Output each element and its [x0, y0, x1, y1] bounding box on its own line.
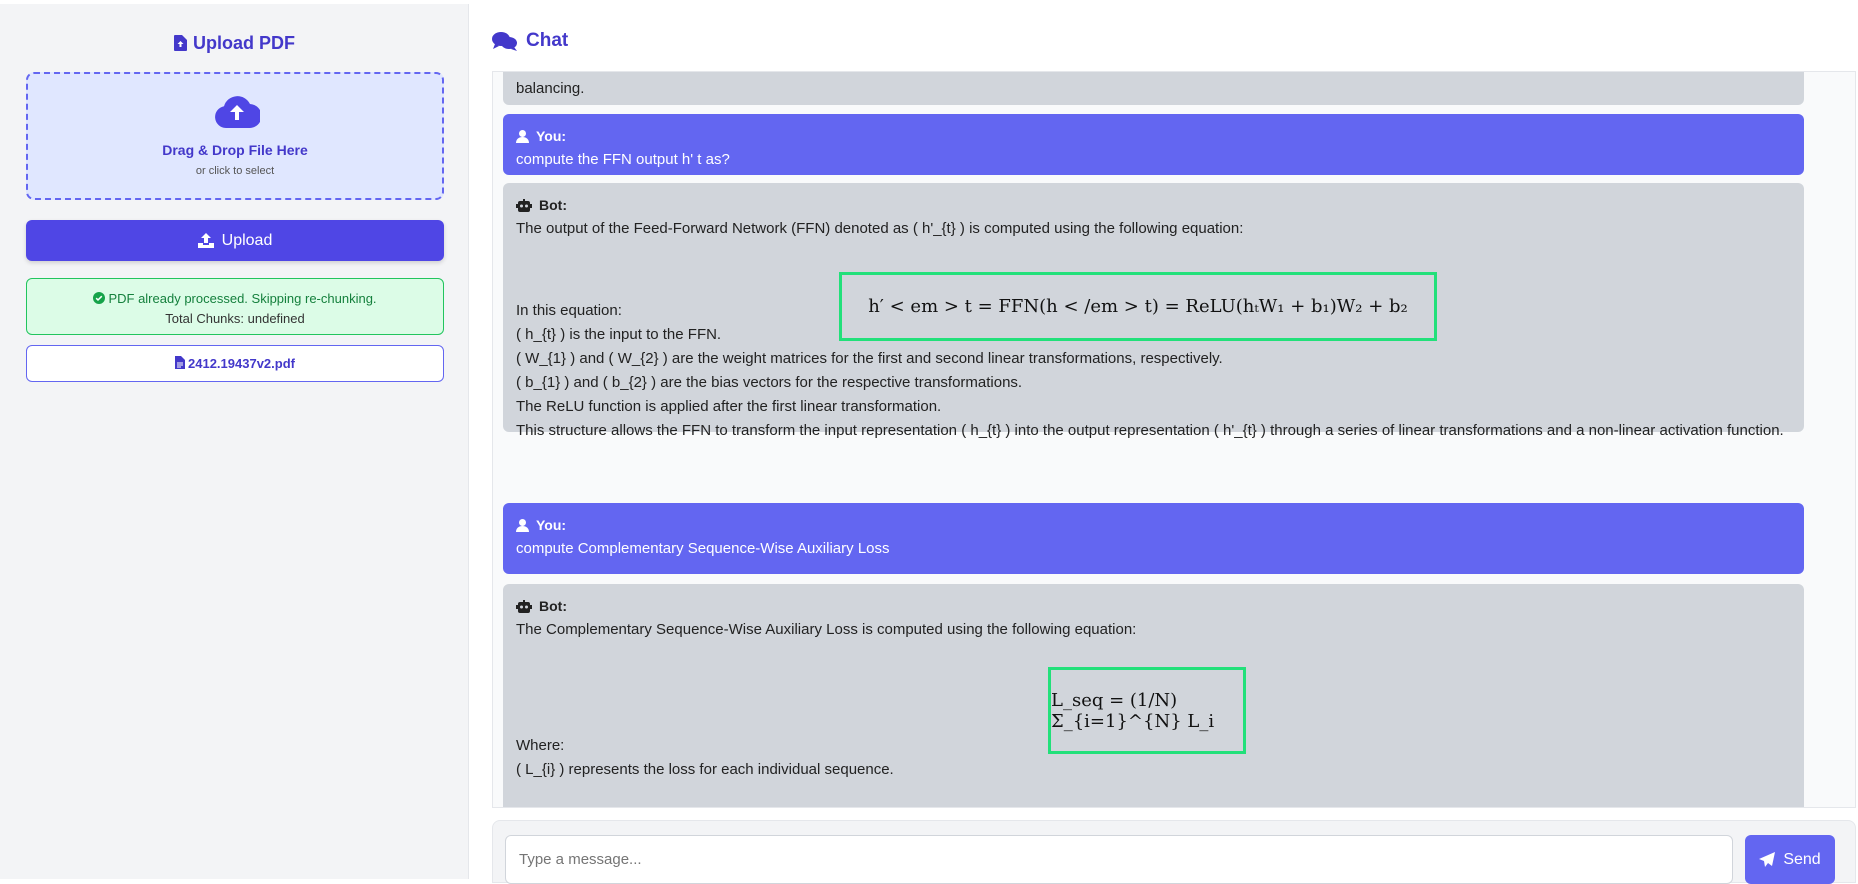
- bot-message-text: balancing.: [516, 80, 585, 97]
- user-message: You: compute the FFN output h' t as?: [503, 114, 1804, 175]
- dropzone-hint: or click to select: [195, 165, 275, 177]
- bot-body-line: This structure allows the FFN to transfo…: [516, 422, 1784, 439]
- user-sender: You:: [516, 513, 1791, 537]
- chunk-count: Total Chunks: undefined: [165, 311, 305, 326]
- check-circle-icon: [93, 292, 106, 304]
- bot-body-line: ( b_{1} ) and ( b_{2} ) are the bias vec…: [516, 374, 1023, 391]
- message-composer: Send: [492, 820, 1856, 884]
- processing-status: PDF already processed. Skipping re-chunk…: [26, 278, 444, 335]
- ffn-equation-text: h′ < em > t = FFN(h < /em > t) = ReLU(hₜ…: [868, 296, 1408, 317]
- bot-message: balancing.: [503, 72, 1804, 105]
- paper-plane-icon: [1759, 851, 1776, 867]
- dropzone-label: Drag & Drop File Here: [162, 142, 308, 158]
- pdf-file-icon: [175, 356, 186, 369]
- chat-header: Chat: [492, 30, 568, 52]
- bot-sender-label: Bot:: [539, 197, 567, 213]
- file-dropzone[interactable]: Drag & Drop File Here or click to select: [26, 72, 444, 200]
- bot-intro-text: The Complementary Sequence-Wise Auxiliar…: [516, 621, 1137, 638]
- user-icon: [516, 518, 529, 532]
- bot-body-line: The ReLU function is applied after the f…: [516, 398, 942, 415]
- file-upload-icon: [174, 35, 187, 51]
- robot-icon: [516, 198, 532, 212]
- chat-bubbles-icon: [492, 32, 517, 51]
- upload-button-label: Upload: [221, 231, 273, 249]
- user-message: You: compute Complementary Sequence-Wise…: [503, 503, 1804, 574]
- app-root: Upload PDF Drag & Drop File Here or clic…: [0, 0, 1858, 884]
- upload-panel-title-text: Upload PDF: [193, 33, 295, 53]
- bot-body-line: ( L_{i} ) represents the loss for each i…: [516, 761, 894, 778]
- upload-button[interactable]: Upload: [26, 220, 444, 261]
- upload-icon: [197, 233, 214, 248]
- user-sender: You:: [516, 124, 1791, 148]
- uploaded-file-item[interactable]: 2412.19437v2.pdf: [26, 345, 444, 382]
- robot-icon: [516, 599, 532, 613]
- message-input[interactable]: [505, 835, 1733, 884]
- uploaded-file-name: 2412.19437v2.pdf: [188, 356, 295, 371]
- chat-messages[interactable]: balancing. You: compute the FFN output h…: [492, 71, 1856, 808]
- bot-intro-text: The output of the Feed-Forward Network (…: [516, 220, 1244, 237]
- cloud-upload-icon: [215, 96, 260, 128]
- bot-sender-label: Bot:: [539, 598, 567, 614]
- user-message-text: compute Complementary Sequence-Wise Auxi…: [516, 540, 890, 557]
- send-button[interactable]: Send: [1745, 835, 1835, 884]
- status-message: PDF already processed. Skipping re-chunk…: [108, 291, 377, 306]
- ffn-equation: h′ < em > t = FFN(h < /em > t) = ReLU(hₜ…: [839, 272, 1437, 341]
- user-icon: [516, 129, 529, 143]
- user-message-text: compute the FFN output h' t as?: [516, 151, 730, 168]
- loss-equation-text: L_seq = (1/N) Σ_{i=1}^{N} L_i: [1051, 689, 1215, 732]
- bot-body-line: ( W_{1} ) and ( W_{2} ) are the weight m…: [516, 350, 1223, 367]
- loss-equation: L_seq = (1/N) Σ_{i=1}^{N} L_i: [1048, 667, 1246, 754]
- upload-sidebar: Upload PDF Drag & Drop File Here or clic…: [0, 4, 469, 879]
- chat-panel: Chat balancing. You: compute the FFN out…: [470, 4, 1858, 884]
- bot-sender: Bot:: [516, 193, 1791, 217]
- user-sender-label: You:: [536, 128, 567, 144]
- user-sender-label: You:: [536, 517, 567, 533]
- send-button-label: Send: [1783, 850, 1821, 868]
- bot-sender: Bot:: [516, 594, 1791, 618]
- chat-title: Chat: [526, 30, 569, 51]
- upload-panel-title: Upload PDF: [0, 33, 469, 54]
